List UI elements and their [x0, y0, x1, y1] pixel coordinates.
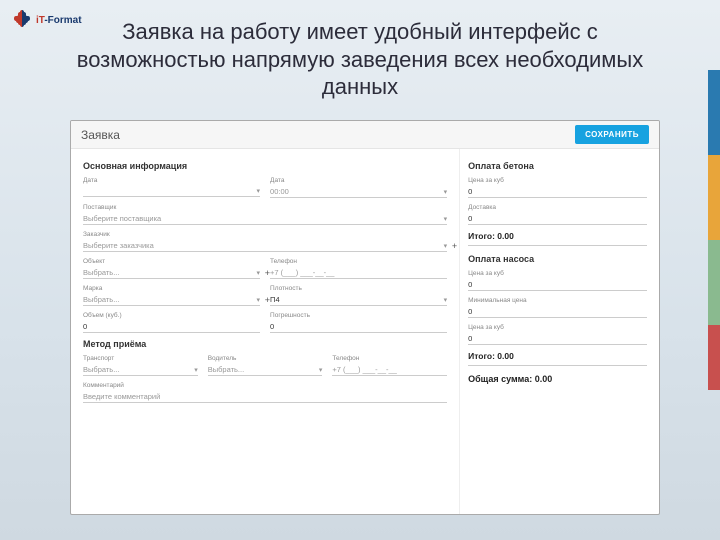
save-button[interactable]: СОХРАНИТЬ	[575, 125, 649, 144]
tolerance-input[interactable]: Погрешность 0	[270, 312, 447, 333]
concrete-total: Итого: 0.00	[468, 231, 647, 241]
pump-price-input[interactable]: Цена за куб 0	[468, 270, 647, 291]
page-title: Заявка	[81, 128, 120, 142]
caret-down-icon: ▾	[194, 366, 198, 374]
section-method: Метод приёма	[83, 339, 447, 349]
customer-select[interactable]: Заказчик Выберите заказчика▾ +	[83, 231, 447, 252]
pump-total: Итого: 0.00	[468, 351, 647, 361]
supplier-select[interactable]: Поставщик Выберите поставщика▾	[83, 204, 447, 225]
caret-down-icon: ▾	[257, 296, 261, 304]
concrete-price-input[interactable]: Цена за куб 0	[468, 177, 647, 198]
caret-down-icon: ▾	[319, 366, 323, 374]
main-form: Основная информация Дата ▾ Дата 00:00▾ П…	[71, 149, 459, 514]
driver-select[interactable]: Водитель Выбрать...▾	[208, 355, 323, 376]
slide-title: Заявка на работу имеет удобный интерфейс…	[0, 0, 720, 111]
section-concrete-payment: Оплата бетона	[468, 161, 647, 171]
pump-price2-input[interactable]: Цена за куб 0	[468, 324, 647, 345]
logo: iT-Format	[10, 8, 82, 32]
object-select[interactable]: Объект Выбрать...▾ +	[83, 258, 260, 279]
caret-down-icon: ▾	[257, 187, 261, 195]
volume-input[interactable]: Объем (куб.) 0	[83, 312, 260, 333]
density-select[interactable]: Плотность П4▾	[270, 285, 447, 306]
add-customer-button[interactable]: +	[452, 241, 457, 251]
app-window: Заявка СОХРАНИТЬ Основная информация Дат…	[70, 120, 660, 515]
section-pump-payment: Оплата насоса	[468, 254, 647, 264]
brain-icon	[10, 8, 34, 32]
delivery-input[interactable]: Доставка 0	[468, 204, 647, 225]
comment-input[interactable]: Комментарий Введите комментарий	[83, 382, 447, 403]
caret-down-icon: ▾	[257, 269, 261, 277]
logo-text: iT-Format	[36, 15, 82, 26]
caret-down-icon: ▾	[444, 188, 448, 196]
date-field[interactable]: Дата ▾	[83, 177, 260, 198]
phone-input[interactable]: Телефон +7 (___) ___-__-__	[270, 258, 447, 279]
caret-down-icon: ▾	[444, 242, 448, 250]
brand-select[interactable]: Марка Выбрать...▾ +	[83, 285, 260, 306]
app-header: Заявка СОХРАНИТЬ	[71, 121, 659, 149]
side-ribbons	[708, 70, 720, 390]
section-basic-info: Основная информация	[83, 161, 447, 171]
transport-select[interactable]: Транспорт Выбрать...▾	[83, 355, 198, 376]
phone2-input[interactable]: Телефон +7 (___) ___-__-__	[332, 355, 447, 376]
payment-panel: Оплата бетона Цена за куб 0 Доставка 0 И…	[459, 149, 659, 514]
pump-min-input[interactable]: Минимальная цена 0	[468, 297, 647, 318]
time-field[interactable]: Дата 00:00▾	[270, 177, 447, 198]
caret-down-icon: ▾	[444, 215, 448, 223]
grand-total: Общая сумма: 0.00	[468, 374, 647, 384]
caret-down-icon: ▾	[444, 296, 448, 304]
